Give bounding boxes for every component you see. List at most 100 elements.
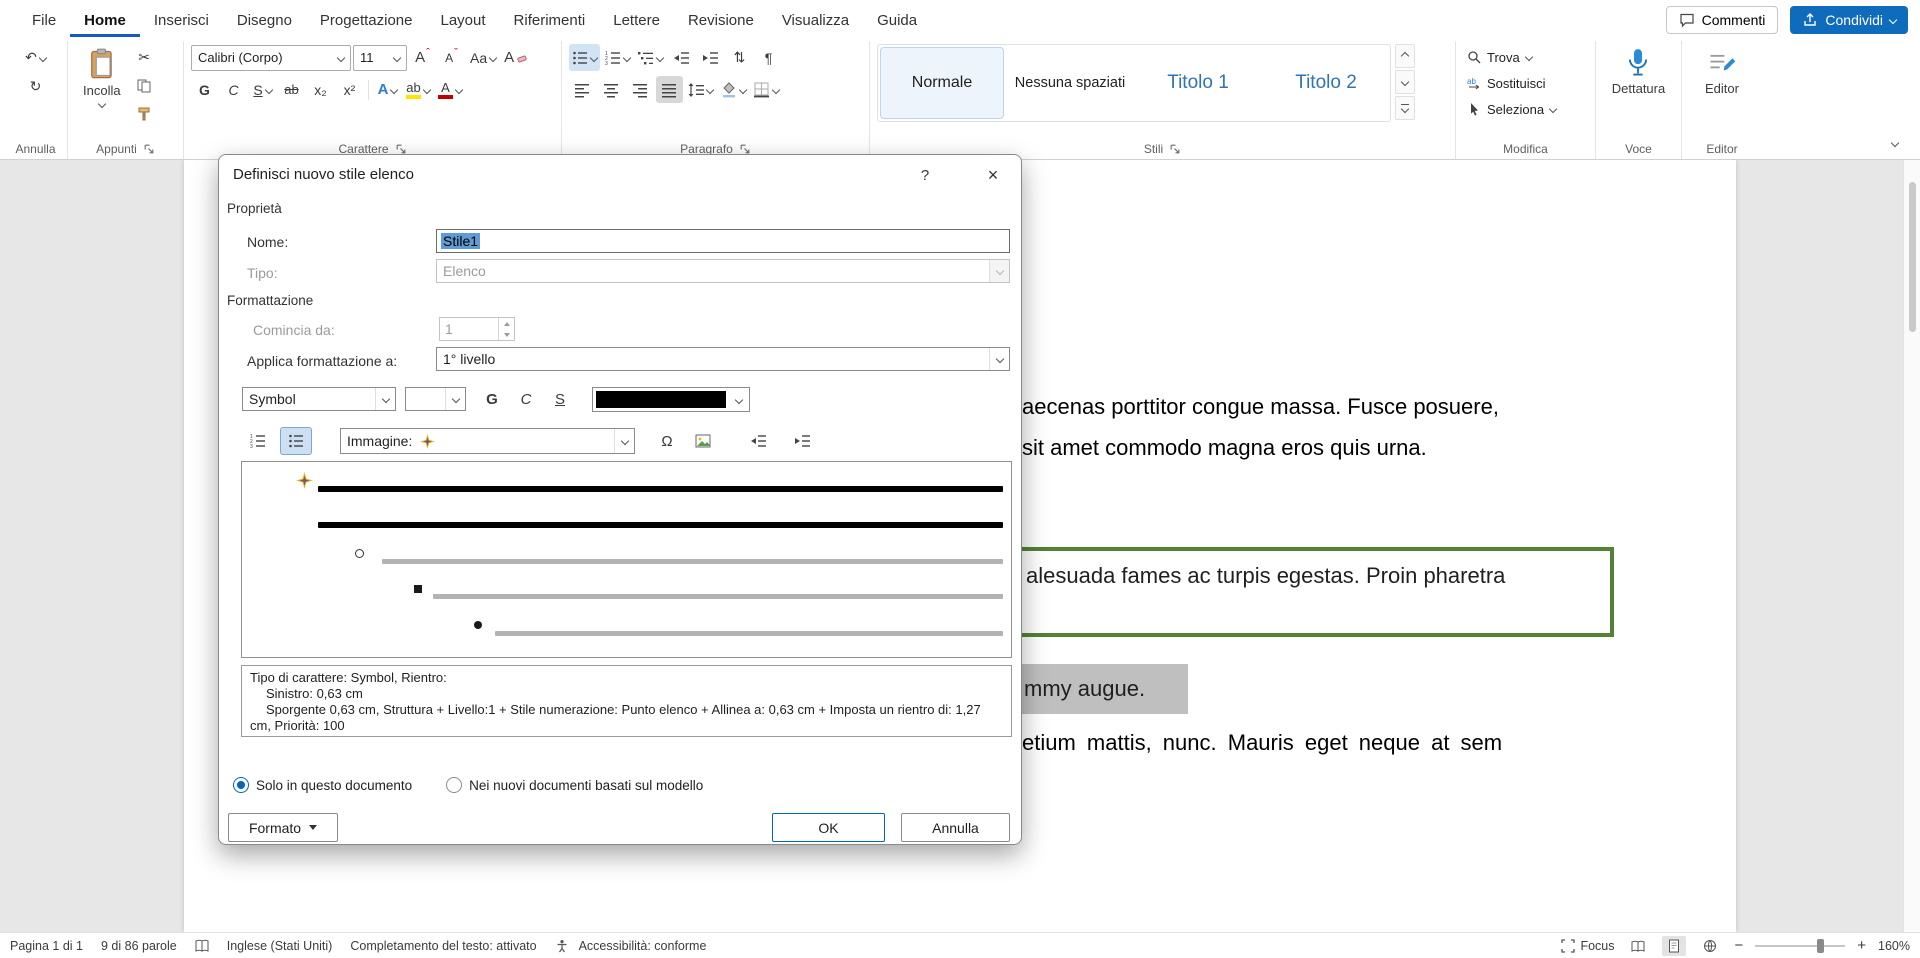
undo-button[interactable]: ↶	[22, 44, 49, 71]
underline-button[interactable]: S	[249, 76, 276, 103]
sort-button[interactable]: ⇅	[726, 44, 753, 71]
paste-button[interactable]: Incolla	[75, 44, 129, 130]
dialog-bold-button[interactable]: G	[477, 387, 507, 412]
spinner-down-button[interactable]	[499, 329, 514, 340]
dialog-launcher-icon[interactable]	[143, 143, 155, 155]
format-menu-button[interactable]: Formato	[228, 813, 338, 842]
dialog-numbered-list-button[interactable]: 123	[242, 427, 274, 455]
tab-progettazione[interactable]: Progettazione	[306, 3, 427, 37]
radio-only-this-document[interactable]: Solo in questo documento	[233, 777, 412, 793]
comments-button[interactable]: Commenti	[1666, 6, 1779, 34]
ok-button[interactable]: OK	[772, 813, 885, 842]
insert-symbol-button[interactable]: Ω	[652, 427, 682, 455]
justify-button[interactable]	[656, 76, 683, 103]
cancel-button[interactable]: Annulla	[901, 813, 1010, 842]
dialog-italic-button[interactable]: C	[511, 387, 541, 412]
collapse-ribbon-button[interactable]	[1884, 133, 1906, 153]
dialog-increase-indent-button[interactable]	[787, 427, 819, 455]
redo-button[interactable]: ↻	[22, 73, 49, 100]
line-spacing-button[interactable]	[685, 76, 716, 103]
language-indicator[interactable]: Inglese (Stati Uniti)	[227, 939, 333, 953]
shading-button[interactable]	[718, 76, 749, 103]
cut-button[interactable]: ✂	[131, 44, 158, 71]
decrease-font-size-button[interactable]: Aˇ	[438, 44, 465, 71]
replace-button[interactable]: abSostituisci	[1463, 70, 1588, 96]
styles-scroll-down-button[interactable]	[1395, 70, 1415, 94]
style-titolo-1[interactable]: Titolo 1	[1137, 48, 1259, 118]
text-completion-indicator[interactable]: Completamento del testo: attivato	[350, 939, 536, 953]
format-painter-button[interactable]	[131, 100, 158, 127]
zoom-out-button[interactable]: −	[1734, 937, 1743, 954]
tab-visualizza[interactable]: Visualizza	[768, 3, 863, 37]
subscript-button[interactable]: x₂	[307, 76, 334, 103]
numbered-list-button[interactable]: 123	[602, 44, 633, 71]
read-mode-button[interactable]	[1626, 936, 1650, 956]
styles-scroll-up-button[interactable]	[1395, 44, 1415, 68]
insert-picture-button[interactable]	[688, 427, 718, 455]
bulleted-list-button[interactable]	[569, 44, 600, 71]
image-bullet-select[interactable]: Immagine:	[340, 428, 635, 454]
tab-file[interactable]: File	[18, 3, 70, 37]
style-normale[interactable]: Normale	[881, 48, 1003, 118]
dictate-button[interactable]: Dettatura	[1604, 44, 1673, 130]
dialog-underline-button[interactable]: S	[545, 387, 575, 412]
multilevel-list-button[interactable]	[635, 44, 666, 71]
italic-button[interactable]: C	[220, 76, 247, 103]
borders-button[interactable]	[751, 76, 782, 103]
name-input[interactable]: Stile1	[436, 229, 1010, 253]
align-center-button[interactable]	[598, 76, 625, 103]
style-nessuna-spaziatura[interactable]: Nessuna spaziati	[1009, 48, 1131, 118]
dialog-font-name-select[interactable]: Symbol	[242, 387, 396, 411]
strikethrough-button[interactable]: ab	[278, 76, 305, 103]
align-left-button[interactable]	[569, 76, 596, 103]
copy-button[interactable]	[131, 72, 158, 99]
help-button[interactable]: ?	[911, 162, 939, 188]
superscript-button[interactable]: x²	[336, 76, 363, 103]
share-button[interactable]: Condividi	[1790, 6, 1908, 34]
select-button[interactable]: Seleziona	[1463, 96, 1588, 122]
increase-indent-button[interactable]	[697, 44, 724, 71]
show-paragraph-marks-button[interactable]: ¶	[755, 44, 782, 71]
scrollbar-thumb[interactable]	[1909, 182, 1916, 332]
tab-revisione[interactable]: Revisione	[674, 3, 768, 37]
align-right-button[interactable]	[627, 76, 654, 103]
tab-home[interactable]: Home	[70, 3, 140, 37]
apply-to-select[interactable]: 1° livello	[436, 347, 1010, 371]
dialog-decrease-indent-button[interactable]	[743, 427, 775, 455]
vertical-scrollbar[interactable]	[1903, 160, 1920, 932]
print-layout-button[interactable]	[1662, 936, 1686, 956]
web-layout-button[interactable]	[1698, 936, 1722, 956]
tab-inserisci[interactable]: Inserisci	[140, 3, 223, 37]
dialog-title[interactable]: Definisci nuovo stile elenco	[233, 166, 414, 183]
increase-font-size-button[interactable]: Aˆ	[409, 44, 436, 71]
dialog-bulleted-list-button[interactable]	[280, 427, 312, 455]
close-button[interactable]: ×	[977, 162, 1009, 188]
font-color-button[interactable]: A	[435, 76, 465, 103]
tab-lettere[interactable]: Lettere	[599, 3, 674, 37]
editor-button[interactable]: Editor	[1697, 44, 1747, 130]
tab-layout[interactable]: Layout	[427, 3, 500, 37]
highlight-color-button[interactable]: ab	[403, 76, 433, 103]
change-case-button[interactable]: Aa	[467, 44, 499, 71]
bold-button[interactable]: G	[191, 76, 218, 103]
spinner-up-button[interactable]	[499, 318, 514, 329]
font-name-select[interactable]: Calibri (Corpo)	[191, 45, 351, 71]
zoom-slider-thumb[interactable]	[1817, 939, 1824, 953]
focus-mode-button[interactable]: Focus	[1561, 939, 1614, 953]
tab-riferimenti[interactable]: Riferimenti	[500, 3, 600, 37]
dialog-font-size-select[interactable]	[405, 387, 466, 411]
dialog-launcher-icon[interactable]	[1169, 143, 1181, 155]
clear-formatting-button[interactable]: A	[501, 44, 530, 71]
styles-more-button[interactable]	[1395, 96, 1415, 120]
zoom-in-button[interactable]: +	[1857, 937, 1866, 954]
font-size-select[interactable]: 11	[353, 45, 407, 71]
decrease-indent-button[interactable]	[668, 44, 695, 71]
radio-new-documents-template[interactable]: Nei nuovi documenti basati sul modello	[446, 777, 703, 793]
tab-guida[interactable]: Guida	[863, 3, 931, 37]
dialog-font-color-select[interactable]	[592, 387, 750, 412]
proofing-status[interactable]	[195, 939, 209, 953]
style-titolo-2[interactable]: Titolo 2	[1265, 48, 1387, 118]
zoom-slider[interactable]	[1755, 945, 1845, 947]
find-button[interactable]: Trova	[1463, 44, 1588, 70]
text-effects-button[interactable]: A	[374, 76, 401, 103]
